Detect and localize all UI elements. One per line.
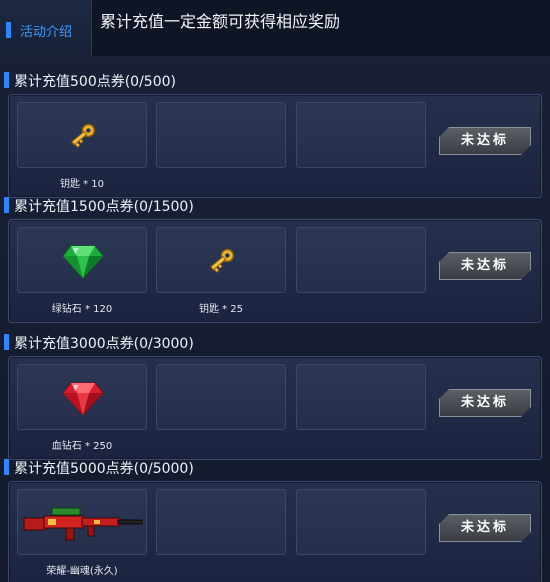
reward-label: 血钻石 * 250 <box>51 441 113 452</box>
reward-label: 绿钻石 * 120 <box>51 304 113 315</box>
reward-slot-1[interactable] <box>17 227 147 293</box>
tier-title-row: 累计充值500点券(0/500) <box>0 70 540 92</box>
reward-slot-2-empty <box>156 364 286 430</box>
tier-title: 累计充值1500点券(0/1500) <box>14 199 194 215</box>
key-icon <box>210 248 235 273</box>
activity-description-box: 累计充值一定金额可获得相应奖励 <box>92 0 550 56</box>
reward-slot-1[interactable] <box>17 489 147 555</box>
tab-activity-intro[interactable]: 活动介绍 <box>0 0 92 56</box>
rifle-icon <box>23 507 143 541</box>
reward-slot-2[interactable] <box>156 227 286 293</box>
reward-slot-3-empty <box>296 102 426 168</box>
reward-slot-3-empty <box>296 227 426 293</box>
claim-button-not-reached[interactable]: 未达标 <box>439 127 531 155</box>
reward-slot-2-empty <box>156 102 286 168</box>
reward-panel: 绿钻石 * 120 钥匙 * 25 未达标 <box>8 219 542 323</box>
tier-title: 累计充值5000点券(0/5000) <box>14 461 194 477</box>
reward-slot-3-empty <box>296 364 426 430</box>
tier-title-row: 累计充值3000点券(0/3000) <box>0 332 540 354</box>
reward-label: 钥匙 * 10 <box>59 179 105 190</box>
claim-button-not-reached[interactable]: 未达标 <box>439 514 531 542</box>
title-accent-bar <box>4 334 9 350</box>
claim-button-not-reached[interactable]: 未达标 <box>439 252 531 280</box>
tab-accent-bar <box>6 22 11 38</box>
red-diamond-icon <box>62 382 104 416</box>
reward-label: 钥匙 * 25 <box>198 304 244 315</box>
reward-label: 荣耀-幽魂(永久) <box>46 566 118 577</box>
reward-slot-2-empty <box>156 489 286 555</box>
activity-header: 活动介绍 累计充值一定金额可获得相应奖励 <box>0 0 550 56</box>
reward-slot-1[interactable] <box>17 364 147 430</box>
reward-panel: 血钻石 * 250 未达标 <box>8 356 542 460</box>
title-accent-bar <box>4 72 9 88</box>
tier-title: 累计充值500点券(0/500) <box>14 74 176 90</box>
key-icon <box>71 123 96 148</box>
claim-button-not-reached[interactable]: 未达标 <box>439 389 531 417</box>
tier-title-row: 累计充值5000点券(0/5000) <box>0 457 540 479</box>
reward-slot-1[interactable] <box>17 102 147 168</box>
reward-slot-3-empty <box>296 489 426 555</box>
tab-activity-intro-label: 活动介绍 <box>20 25 73 40</box>
reward-panel: 钥匙 * 10 未达标 <box>8 94 542 198</box>
green-diamond-icon <box>62 245 104 279</box>
title-accent-bar <box>4 459 9 475</box>
tier-title-row: 累计充值1500点券(0/1500) <box>0 195 540 217</box>
title-accent-bar <box>4 197 9 213</box>
reward-panel: 荣耀-幽魂(永久) 未达标 <box>8 481 542 582</box>
activity-description: 累计充值一定金额可获得相应奖励 <box>100 12 341 31</box>
tier-title: 累计充值3000点券(0/3000) <box>14 336 194 352</box>
